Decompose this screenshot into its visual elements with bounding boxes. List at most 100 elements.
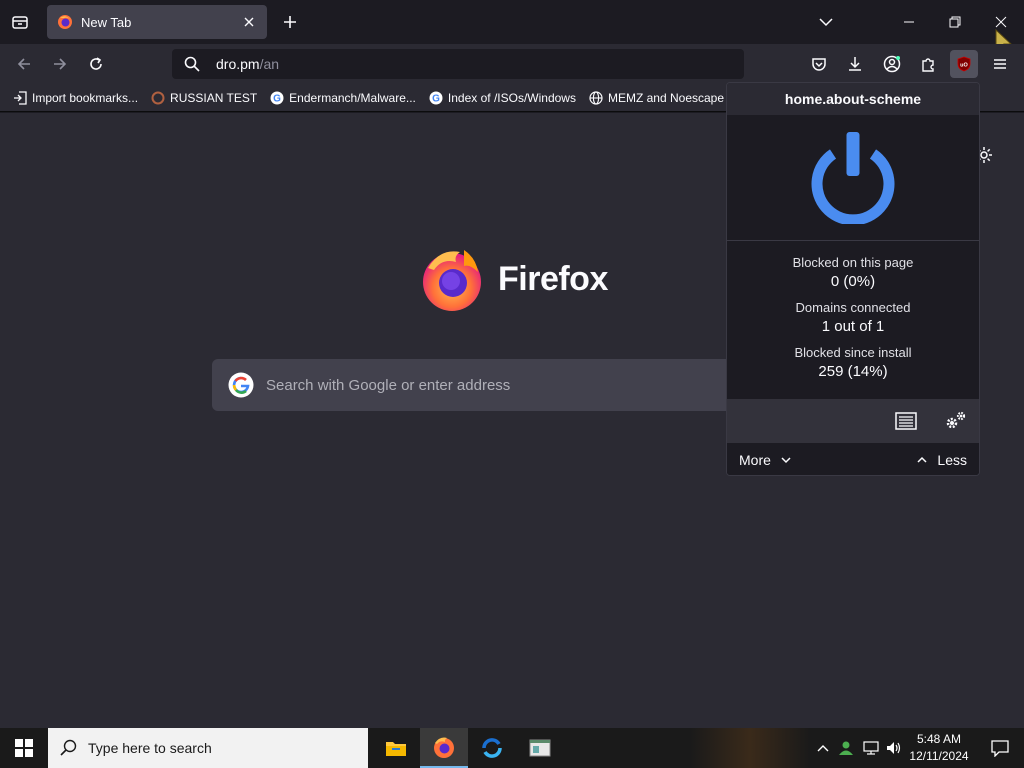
sync-app-taskbar-button[interactable] xyxy=(468,728,516,768)
taskbar-clock[interactable]: 5:48 AM 12/11/2024 xyxy=(904,731,974,765)
extensions-button[interactable] xyxy=(914,50,942,78)
firefox-logo: Firefox xyxy=(420,246,608,312)
chevron-up-icon xyxy=(817,745,829,752)
ublock-origin-button[interactable]: uO xyxy=(950,50,978,78)
network-icon xyxy=(863,741,879,755)
new-tab-search-input[interactable]: Search with Google or enter address xyxy=(212,359,812,411)
taskbar-wallpaper-strip xyxy=(690,728,810,768)
firefox-logo-icon xyxy=(423,250,481,311)
bookmark-label: MEMZ and Noescape ... xyxy=(607,90,738,105)
chevron-up-icon xyxy=(917,456,927,463)
forward-arrow-icon xyxy=(54,58,67,70)
clock-time: 5:48 AM xyxy=(916,732,962,746)
import-icon xyxy=(12,90,28,106)
folder-icon xyxy=(386,742,406,756)
app-window-taskbar-button[interactable] xyxy=(516,728,564,768)
app-menu-button[interactable] xyxy=(986,50,1014,78)
tab-list-icon xyxy=(12,16,28,29)
downloads-button[interactable] xyxy=(841,50,869,78)
close-tab-icon[interactable] xyxy=(241,14,257,30)
pocket-button[interactable] xyxy=(805,50,833,78)
back-arrow-icon xyxy=(17,58,30,70)
stat-label: Blocked since install xyxy=(794,345,912,360)
back-button[interactable] xyxy=(12,52,36,76)
list-all-tabs-button[interactable] xyxy=(8,10,32,34)
bookmark-label: Import bookmarks... xyxy=(32,90,139,105)
chevron-down-icon xyxy=(819,18,833,27)
url-bar[interactable]: dro.pm/an xyxy=(172,49,744,79)
stat-domains: Domains connected 1 out of 1 xyxy=(727,300,979,335)
clock-date: 12/11/2024 xyxy=(909,749,969,763)
file-explorer-taskbar-button[interactable] xyxy=(372,728,420,768)
power-button-icon[interactable] xyxy=(807,131,899,224)
more-label: More xyxy=(739,452,771,468)
tab-strip: New Tab xyxy=(0,0,1024,55)
power-switch-area xyxy=(727,115,979,241)
forward-button[interactable] xyxy=(48,52,72,76)
search-icon xyxy=(60,739,77,756)
taskbar-search-input[interactable]: Type here to search xyxy=(48,728,368,768)
new-tab-button[interactable] xyxy=(278,10,302,34)
minimize-button[interactable] xyxy=(893,8,925,36)
google-g-icon xyxy=(228,372,254,398)
google-icon: G xyxy=(428,90,444,106)
action-center-button[interactable] xyxy=(980,728,1020,768)
ublock-shield-icon: uO xyxy=(957,56,971,72)
firefox-icon xyxy=(434,737,454,758)
bookmark-import[interactable]: Import bookmarks... xyxy=(12,90,138,106)
network-tray-button[interactable] xyxy=(860,728,882,768)
windows-taskbar: Type here to search 5:48 AM 12/11/2024 xyxy=(0,728,1024,768)
speaker-icon xyxy=(887,742,901,754)
circular-arrows-icon xyxy=(482,738,502,758)
chevron-down-icon xyxy=(781,457,791,464)
reload-button[interactable] xyxy=(84,52,108,76)
hamburger-icon xyxy=(994,59,1006,69)
minimize-icon xyxy=(904,21,914,23)
popup-hostname: home.about-scheme xyxy=(727,83,979,115)
stat-blocked-install: Blocked since install 259 (14%) xyxy=(727,345,979,380)
svg-text:G: G xyxy=(273,93,281,104)
logger-icon[interactable] xyxy=(895,412,917,430)
url-host: dro.pm xyxy=(216,56,260,72)
search-icon xyxy=(184,56,200,72)
stat-label: Blocked on this page xyxy=(792,255,914,270)
svg-text:uO: uO xyxy=(960,63,968,69)
google-icon: G xyxy=(269,90,285,106)
more-button[interactable]: More xyxy=(739,452,791,468)
url-path: /an xyxy=(259,56,280,72)
puzzle-icon xyxy=(922,58,934,72)
account-button[interactable] xyxy=(878,50,906,78)
navigation-toolbar: dro.pm/an uO xyxy=(0,44,1024,84)
people-icon xyxy=(839,741,853,755)
download-icon xyxy=(849,57,861,71)
restore-icon xyxy=(949,16,961,28)
bookmark-label: Endermanch/Malware... xyxy=(289,90,416,105)
pocket-icon xyxy=(812,58,826,71)
tab-new-tab[interactable]: New Tab xyxy=(47,5,267,39)
settings-gears-icon[interactable] xyxy=(943,410,967,432)
bookmark-endermanch[interactable]: G Endermanch/Malware... xyxy=(269,90,416,106)
ublock-popup: home.about-scheme Blocked on this page 0… xyxy=(726,82,980,476)
stat-value: 0 (0%) xyxy=(830,273,876,290)
more-less-row: More Less xyxy=(727,443,979,475)
tab-title: New Tab xyxy=(81,14,132,30)
less-button[interactable]: Less xyxy=(917,452,967,468)
stat-value: 259 (14%) xyxy=(818,363,888,380)
tab-overflow-button[interactable] xyxy=(810,8,842,36)
bookmark-russian-test[interactable]: RUSSIAN TEST xyxy=(150,90,257,106)
app-window-icon xyxy=(529,739,551,757)
popup-tools-row xyxy=(727,399,979,443)
site-icon xyxy=(150,90,166,106)
show-hidden-icons-button[interactable] xyxy=(814,728,832,768)
close-icon xyxy=(995,16,1007,28)
taskbar-search-placeholder: Type here to search xyxy=(88,740,212,756)
volume-tray-button[interactable] xyxy=(884,728,904,768)
bookmark-memz[interactable]: MEMZ and Noescape ... xyxy=(588,90,737,106)
people-tray-button[interactable] xyxy=(836,728,856,768)
bookmark-index-isos[interactable]: G Index of /ISOs/Windows xyxy=(428,90,576,106)
windows-logo-icon xyxy=(15,739,33,757)
restore-button[interactable] xyxy=(939,8,971,36)
firefox-taskbar-button[interactable] xyxy=(420,728,468,768)
start-button[interactable] xyxy=(0,728,48,768)
account-icon xyxy=(883,55,901,73)
